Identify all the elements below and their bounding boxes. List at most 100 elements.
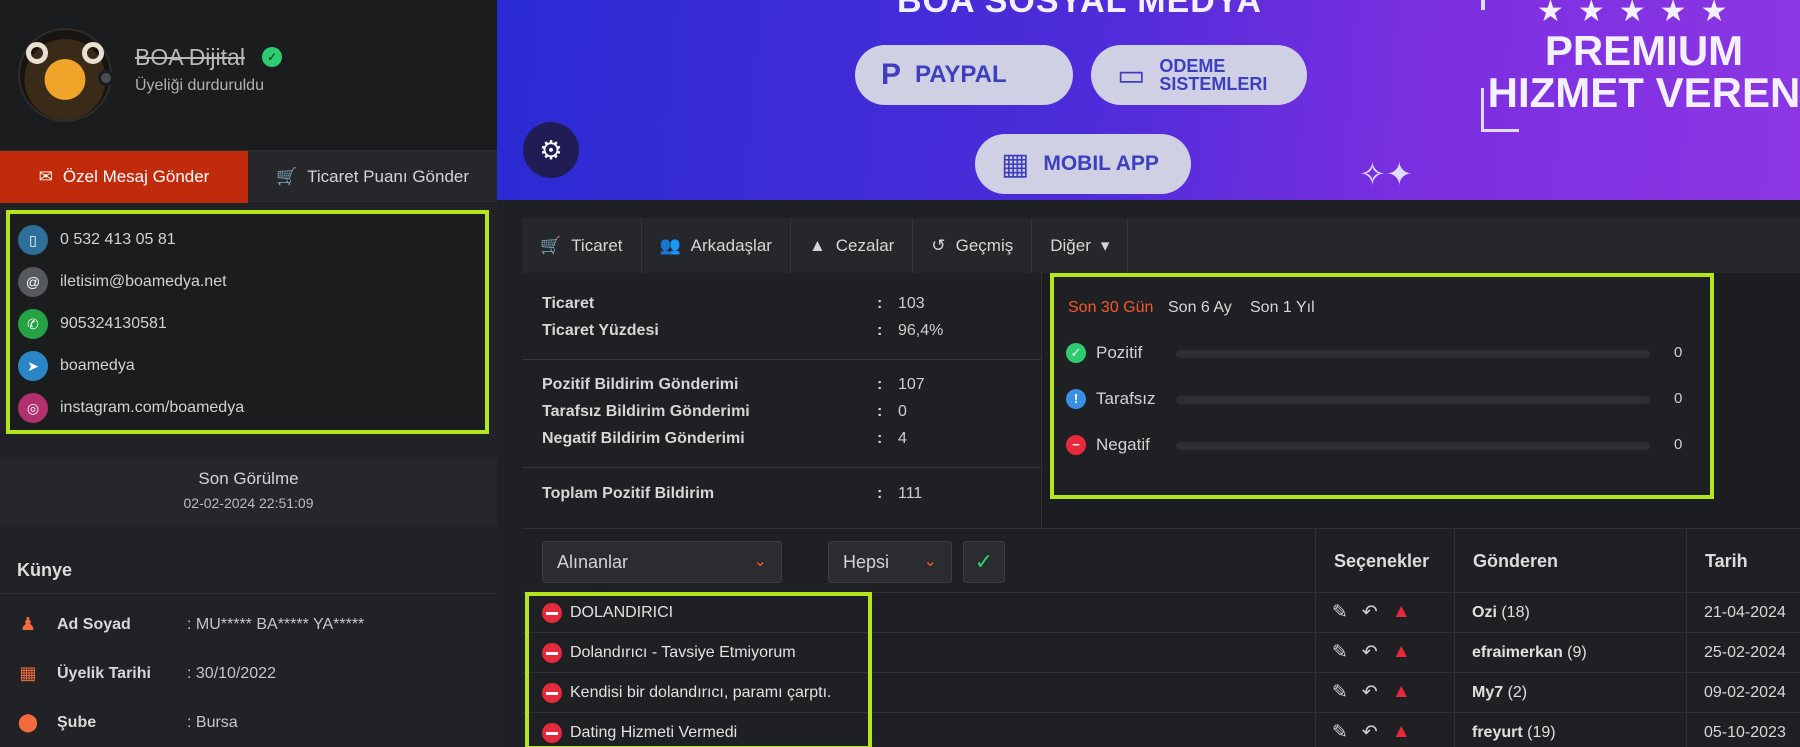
reply-icon[interactable]: ↶ bbox=[1362, 601, 1378, 624]
stat-label: Tarafsız Bildirim Gönderimi bbox=[542, 403, 750, 420]
payment-systems-line2: SISTEMLERI bbox=[1159, 74, 1268, 94]
divider bbox=[522, 467, 1042, 468]
column-header-sender: Gönderen bbox=[1454, 529, 1686, 593]
stat-label: Pozitif Bildirim Gönderimi bbox=[542, 376, 739, 393]
chevron-down-icon: ⌄ bbox=[753, 553, 767, 570]
stat-label: Ticaret bbox=[542, 295, 595, 312]
envelope-icon: ✉ bbox=[38, 167, 53, 186]
sender-count: (2) bbox=[1507, 684, 1528, 701]
cart-icon: 🛒 bbox=[540, 235, 562, 255]
stat-value: 0 bbox=[898, 403, 907, 420]
report-warning-icon[interactable]: ▲ bbox=[1392, 721, 1411, 744]
tab-ticaret[interactable]: 🛒 Ticaret bbox=[522, 218, 642, 273]
pencil-icon[interactable]: ✎ bbox=[1332, 721, 1348, 744]
tab-cezalar[interactable]: ▲ Cezalar bbox=[791, 218, 914, 273]
tab-arkadaslar[interactable]: 👥 Arkadaşlar bbox=[642, 218, 791, 273]
period-row-neutral: ! Tarafsız 0 bbox=[1066, 387, 1706, 413]
feedback-date: 09-02-2024 bbox=[1704, 684, 1786, 701]
row-options: ✎ ↶ ▲ bbox=[1332, 601, 1411, 624]
sender[interactable]: freyurt (19) bbox=[1472, 724, 1556, 742]
telegram-icon: ➤ bbox=[18, 351, 48, 381]
feedback-text: Kendisi bir dolandırıcı, paramı çarptı. bbox=[570, 684, 832, 701]
filter-bar: Alınanlar ⌄ Hepsi ⌄ ✓ Seçenekler Göndere… bbox=[522, 529, 1800, 593]
period-tab-6-months[interactable]: Son 6 Ay bbox=[1168, 299, 1232, 317]
report-warning-icon[interactable]: ▲ bbox=[1392, 641, 1411, 664]
table-row: DOLANDIRICI ✎ ↶ ▲ Ozi (18) 21-04-2024 bbox=[522, 593, 1800, 633]
reply-icon[interactable]: ↶ bbox=[1362, 681, 1378, 704]
stat-row: Negatif Bildirim Gönderimi : 4 bbox=[542, 430, 907, 447]
report-warning-icon[interactable]: ▲ bbox=[1392, 601, 1411, 624]
stat-row: Pozitif Bildirim Gönderimi : 107 bbox=[542, 376, 925, 393]
sender[interactable]: efraimerkan (9) bbox=[1472, 644, 1587, 662]
feedback-date: 21-04-2024 bbox=[1704, 604, 1786, 621]
feedback-table: Alınanlar ⌄ Hepsi ⌄ ✓ Seçenekler Göndere… bbox=[522, 528, 1800, 747]
type-select-value: Hepsi bbox=[843, 552, 890, 572]
stat-label: Negatif Bildirim Gönderimi bbox=[542, 430, 745, 447]
kunye-value: : Bursa bbox=[187, 714, 238, 731]
period-tab-1-year[interactable]: Son 1 Yıl bbox=[1250, 299, 1315, 317]
sparkles-icon: ✧✦ bbox=[1359, 156, 1413, 192]
contact-email[interactable]: @ iletisim@boamedya.net bbox=[18, 266, 227, 298]
kunye-title: Künye bbox=[17, 560, 73, 580]
profile-main: 🛒 Ticaret 👥 Arkadaşlar ▲ Cezalar ↺ Geçmi… bbox=[522, 218, 1800, 747]
sender-count: (18) bbox=[1501, 604, 1530, 621]
table-row: Dating Hizmeti Vermedi ✎ ↶ ▲ freyurt (19… bbox=[522, 713, 1800, 747]
negative-icon bbox=[542, 643, 562, 663]
phone-icon: ▯ bbox=[18, 225, 48, 255]
cart-icon: 🛒 bbox=[275, 167, 298, 186]
tab-diger[interactable]: Diğer ▾ bbox=[1032, 218, 1129, 273]
column-header-options: Seçenekler bbox=[1315, 529, 1453, 593]
profile-sidebar: BOA Dijital ✓ Üyeliği durduruldu ✉ Özel … bbox=[0, 0, 497, 747]
contact-instagram[interactable]: ◎ instagram.com/boamedya bbox=[18, 392, 244, 424]
pencil-icon[interactable]: ✎ bbox=[1332, 641, 1348, 664]
send-message-button[interactable]: ✉ Özel Mesaj Gönder bbox=[0, 151, 248, 203]
report-warning-icon[interactable]: ▲ bbox=[1392, 681, 1411, 704]
kunye-label: Şube bbox=[57, 714, 97, 731]
period-value: 0 bbox=[1674, 390, 1683, 407]
premium-stars-icon: ★★★★★ bbox=[1537, 0, 1742, 28]
banner-title: BOA SOSYAL MEDYA bbox=[897, 0, 1262, 20]
contact-telegram[interactable]: ➤ boamedya bbox=[18, 350, 135, 382]
progress-bar bbox=[1176, 396, 1650, 404]
received-select[interactable]: Alınanlar ⌄ bbox=[542, 541, 782, 583]
sender[interactable]: My7 (2) bbox=[1472, 684, 1527, 702]
apply-filter-button[interactable]: ✓ bbox=[963, 541, 1005, 583]
row-options: ✎ ↶ ▲ bbox=[1332, 681, 1411, 704]
period-value: 0 bbox=[1674, 344, 1683, 361]
online-status-dot bbox=[98, 70, 114, 86]
last-seen-date: 02-02-2024 22:51:09 bbox=[183, 495, 314, 511]
period-tab-30-days[interactable]: Son 30 Gün bbox=[1068, 299, 1153, 317]
contact-list: ▯ 0 532 413 05 81 @ iletisim@boamedya.ne… bbox=[6, 210, 489, 434]
sender-name: efraimerkan bbox=[1472, 644, 1563, 661]
stat-value: 4 bbox=[898, 430, 907, 447]
verified-badge-icon: ✓ bbox=[262, 47, 282, 67]
stat-row: Toplam Pozitif Bildirim : 111 bbox=[542, 485, 923, 502]
tab-gecmis[interactable]: ↺ Geçmiş bbox=[913, 218, 1033, 273]
last-seen-panel: Son Görülme 02-02-2024 22:51:09 bbox=[0, 458, 497, 524]
feedback-date: 25-02-2024 bbox=[1704, 644, 1786, 661]
feedback-text: DOLANDIRICI bbox=[570, 604, 674, 621]
contact-phone[interactable]: ▯ 0 532 413 05 81 bbox=[18, 224, 176, 256]
reply-icon[interactable]: ↶ bbox=[1362, 721, 1378, 744]
profile-header: BOA Dijital ✓ Üyeliği durduruldu bbox=[0, 0, 497, 150]
pencil-icon[interactable]: ✎ bbox=[1332, 601, 1348, 624]
profile-name[interactable]: BOA Dijital bbox=[135, 44, 245, 71]
history-icon: ↺ bbox=[931, 235, 946, 255]
type-select[interactable]: Hepsi ⌄ bbox=[828, 541, 952, 583]
feedback-text: Dolandırıcı - Tavsiye Etmiyorum bbox=[570, 644, 796, 661]
premium-line2: HIZMET VEREN bbox=[1487, 69, 1800, 116]
premium-frame bbox=[1481, 88, 1519, 132]
gear-icon[interactable]: ⚙ bbox=[523, 122, 579, 178]
kunye-row-branch: ⬤ Şube : Bursa bbox=[0, 706, 497, 746]
send-trade-score-button[interactable]: 🛒 Ticaret Puanı Gönder bbox=[248, 151, 497, 203]
pencil-icon[interactable]: ✎ bbox=[1332, 681, 1348, 704]
reply-icon[interactable]: ↶ bbox=[1362, 641, 1378, 664]
kunye-value: : 30/10/2022 bbox=[187, 665, 276, 682]
table-row: Dolandırıcı - Tavsiye Etmiyorum ✎ ↶ ▲ ef… bbox=[522, 633, 1800, 673]
contact-whatsapp[interactable]: ✆ 905324130581 bbox=[18, 308, 167, 340]
person-icon: ♟ bbox=[19, 614, 37, 634]
row-options: ✎ ↶ ▲ bbox=[1332, 641, 1411, 664]
sender[interactable]: Ozi (18) bbox=[1472, 604, 1530, 622]
negative-icon bbox=[542, 683, 562, 703]
avatar[interactable] bbox=[18, 28, 114, 122]
